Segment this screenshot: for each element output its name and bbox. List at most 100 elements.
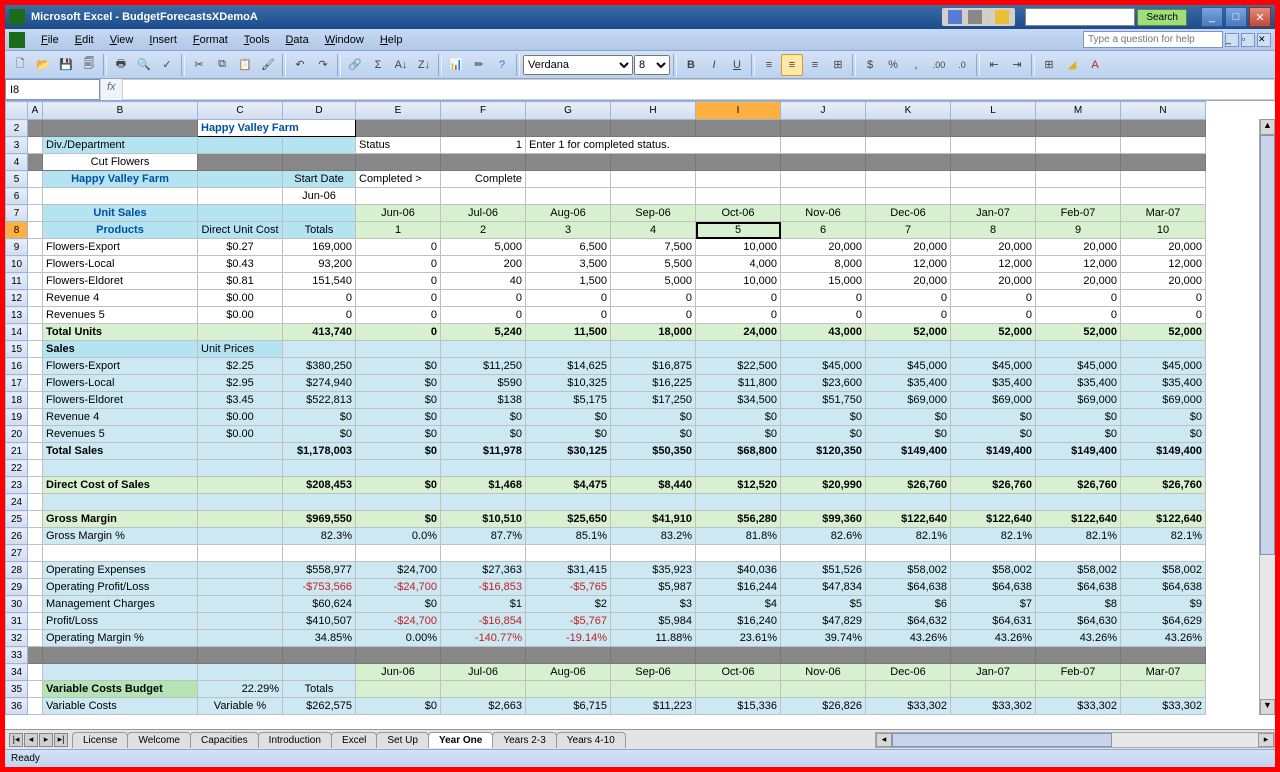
redo-icon[interactable]: ↷: [312, 54, 334, 76]
font-color-icon[interactable]: A: [1084, 54, 1106, 76]
col-hdr-I[interactable]: I: [696, 102, 781, 120]
tab-welcome[interactable]: Welcome: [127, 732, 191, 748]
row-hdr-26[interactable]: 26: [6, 528, 28, 545]
menu-format[interactable]: Format: [185, 31, 236, 49]
tab-years-2-3[interactable]: Years 2-3: [492, 732, 556, 748]
row-hdr-9[interactable]: 9: [6, 239, 28, 256]
comma-icon[interactable]: ,: [905, 54, 927, 76]
row-hdr-21[interactable]: 21: [6, 443, 28, 460]
row-hdr-17[interactable]: 17: [6, 375, 28, 392]
search-input[interactable]: [1025, 8, 1135, 26]
row-hdr-33[interactable]: 33: [6, 647, 28, 664]
fill-color-icon[interactable]: ◢: [1061, 54, 1083, 76]
menu-help[interactable]: Help: [372, 31, 411, 49]
col-hdr-K[interactable]: K: [866, 102, 951, 120]
scroll-up-icon[interactable]: ▲: [1260, 119, 1275, 135]
menu-data[interactable]: Data: [277, 31, 316, 49]
minimize-button[interactable]: _: [1201, 7, 1223, 27]
increase-indent-icon[interactable]: ⇥: [1006, 54, 1028, 76]
hscroll-thumb[interactable]: [892, 733, 1112, 747]
vscroll-thumb[interactable]: [1260, 135, 1275, 555]
row-hdr-27[interactable]: 27: [6, 545, 28, 562]
row-hdr-12[interactable]: 12: [6, 290, 28, 307]
row-hdr-19[interactable]: 19: [6, 409, 28, 426]
row-hdr-30[interactable]: 30: [6, 596, 28, 613]
format-painter-icon[interactable]: 🖌: [257, 54, 279, 76]
document-icon[interactable]: [9, 32, 25, 48]
menu-insert[interactable]: Insert: [141, 31, 185, 49]
row-hdr-3[interactable]: 3: [6, 137, 28, 154]
scroll-left-icon[interactable]: ◂: [876, 733, 892, 747]
tab-next-icon[interactable]: ▸: [39, 733, 53, 747]
row-hdr-28[interactable]: 28: [6, 562, 28, 579]
row-hdr-11[interactable]: 11: [6, 273, 28, 290]
bold-icon[interactable]: B: [680, 54, 702, 76]
row-hdr-25[interactable]: 25: [6, 511, 28, 528]
row-hdr-20[interactable]: 20: [6, 426, 28, 443]
undo-icon[interactable]: ↶: [289, 54, 311, 76]
percent-icon[interactable]: %: [882, 54, 904, 76]
name-box[interactable]: [5, 79, 100, 100]
menu-window[interactable]: Window: [317, 31, 372, 49]
row-hdr-10[interactable]: 10: [6, 256, 28, 273]
col-hdr-D[interactable]: D: [283, 102, 356, 120]
menu-view[interactable]: View: [102, 31, 142, 49]
tab-license[interactable]: License: [72, 732, 128, 748]
aim-buddy-icon[interactable]: [995, 10, 1009, 24]
row-hdr-7[interactable]: 7: [6, 205, 28, 222]
drawing-icon[interactable]: ✏: [468, 54, 490, 76]
maximize-button[interactable]: □: [1225, 7, 1247, 27]
row-hdr-35[interactable]: 35: [6, 681, 28, 698]
print-preview-icon[interactable]: 🔍: [133, 54, 155, 76]
tab-last-icon[interactable]: ▸|: [54, 733, 68, 747]
hyperlink-icon[interactable]: 🔗: [344, 54, 366, 76]
col-hdr-E[interactable]: E: [356, 102, 441, 120]
font-name-select[interactable]: Verdana: [523, 55, 633, 75]
borders-icon[interactable]: ⊞: [1038, 54, 1060, 76]
row-hdr-24[interactable]: 24: [6, 494, 28, 511]
doc-restore-button[interactable]: ▫: [1241, 33, 1255, 47]
row-hdr-18[interactable]: 18: [6, 392, 28, 409]
row-hdr-6[interactable]: 6: [6, 188, 28, 205]
row-hdr-13[interactable]: 13: [6, 307, 28, 324]
row-hdr-32[interactable]: 32: [6, 630, 28, 647]
paste-icon[interactable]: 📋: [234, 54, 256, 76]
horizontal-scrollbar[interactable]: ◂ ▸: [875, 732, 1275, 748]
increase-decimal-icon[interactable]: .00: [928, 54, 950, 76]
menu-tools[interactable]: Tools: [236, 31, 278, 49]
col-hdr-C[interactable]: C: [198, 102, 283, 120]
select-all[interactable]: [6, 102, 28, 120]
col-hdr-G[interactable]: G: [526, 102, 611, 120]
help-icon[interactable]: ?: [491, 54, 513, 76]
align-left-icon[interactable]: ≡: [758, 54, 780, 76]
menu-file[interactable]: File: [33, 31, 67, 49]
copy-icon[interactable]: ⧉: [211, 54, 233, 76]
doc-close-button[interactable]: ✕: [1257, 33, 1271, 47]
fx-icon[interactable]: fx: [100, 79, 122, 100]
align-right-icon[interactable]: ≡: [804, 54, 826, 76]
tab-capacities[interactable]: Capacities: [190, 732, 259, 748]
font-size-select[interactable]: 8: [634, 55, 670, 75]
currency-icon[interactable]: $: [859, 54, 881, 76]
spelling-icon[interactable]: ✓: [156, 54, 178, 76]
print-icon[interactable]: 🖶: [110, 54, 132, 76]
grid-table[interactable]: ABCDEFGHIJKLMN 2Happy Valley Farm3Div./D…: [5, 101, 1206, 715]
row-hdr-8[interactable]: 8: [6, 222, 28, 239]
row-hdr-16[interactable]: 16: [6, 358, 28, 375]
underline-icon[interactable]: U: [726, 54, 748, 76]
italic-icon[interactable]: I: [703, 54, 725, 76]
tab-years-4-10[interactable]: Years 4-10: [556, 732, 626, 748]
scroll-right-icon[interactable]: ▸: [1258, 733, 1274, 747]
close-button[interactable]: ✕: [1249, 7, 1271, 27]
permission-icon[interactable]: 🗐: [78, 54, 100, 76]
decrease-indent-icon[interactable]: ⇤: [983, 54, 1005, 76]
menu-edit[interactable]: Edit: [67, 31, 102, 49]
scroll-down-icon[interactable]: ▼: [1260, 699, 1275, 715]
row-hdr-34[interactable]: 34: [6, 664, 28, 681]
row-hdr-14[interactable]: 14: [6, 324, 28, 341]
align-center-icon[interactable]: ≡: [781, 54, 803, 76]
row-hdr-22[interactable]: 22: [6, 460, 28, 477]
tab-excel[interactable]: Excel: [331, 732, 377, 748]
row-hdr-5[interactable]: 5: [6, 171, 28, 188]
aim-mail-icon[interactable]: [968, 10, 982, 24]
